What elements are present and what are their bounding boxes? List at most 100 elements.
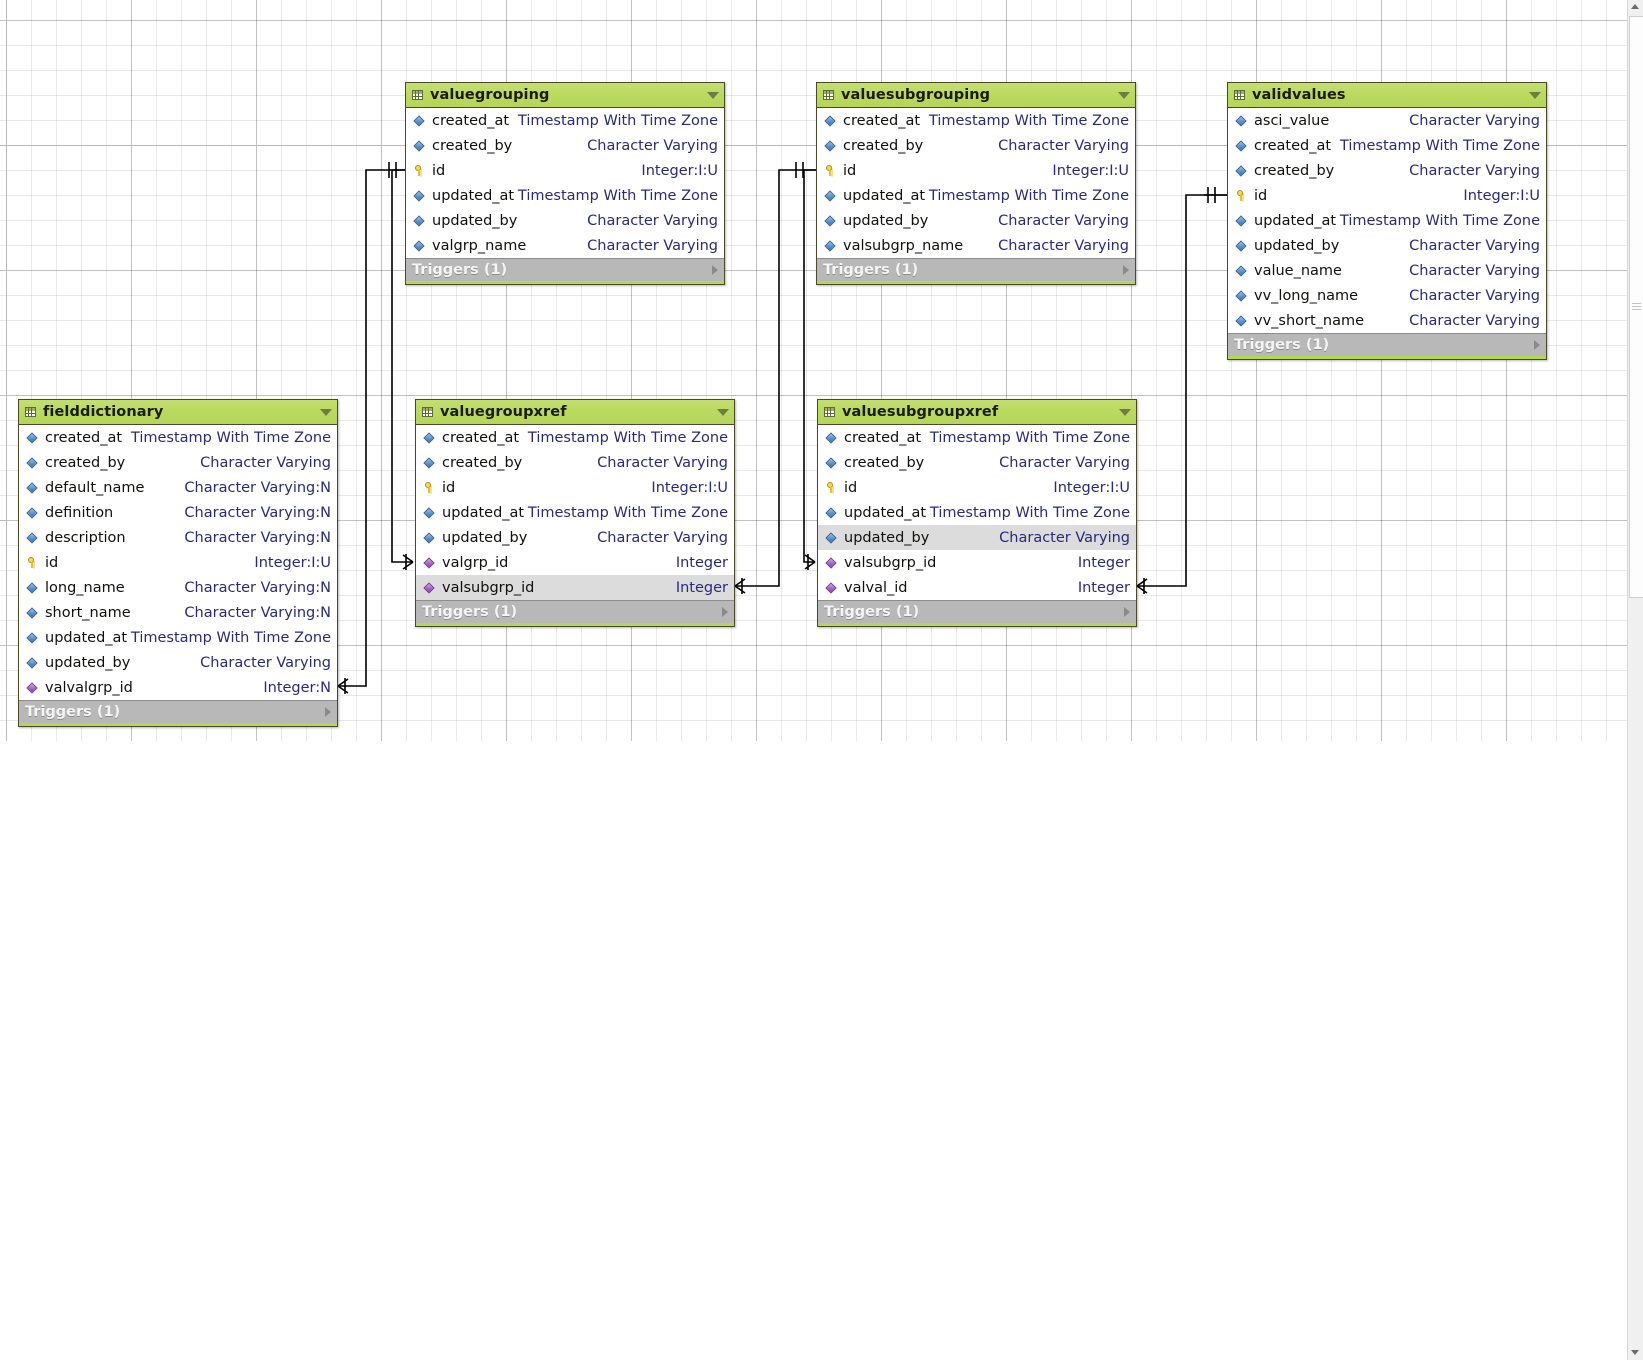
entity-valuesubgroupxref[interactable]: valuesubgroupxrefcreated_atTimestamp Wit… (817, 399, 1137, 627)
entity-column-row[interactable]: idInteger:I:U (818, 475, 1136, 500)
chevron-down-icon[interactable] (1118, 92, 1130, 99)
attribute-icon (26, 456, 39, 469)
triggers-label: Triggers (1) (824, 604, 1124, 620)
entity-column-row[interactable]: valsubgrp_nameCharacter Varying (817, 233, 1135, 258)
entity-column-row[interactable]: asci_valueCharacter Varying (1228, 108, 1546, 133)
column-type: Character Varying (1409, 263, 1540, 279)
entity-valuegrouping[interactable]: valuegroupingcreated_atTimestamp With Ti… (405, 82, 725, 285)
entity-column-row[interactable]: created_atTimestamp With Time Zone (19, 425, 337, 450)
entity-column-row[interactable]: long_nameCharacter Varying:N (19, 575, 337, 600)
entity-valuegroupxref[interactable]: valuegroupxrefcreated_atTimestamp With T… (415, 399, 735, 627)
entity-header[interactable]: validvalues (1228, 83, 1546, 108)
entity-triggers-bar[interactable]: Triggers (1) (818, 600, 1136, 623)
entity-column-row[interactable]: valvalgrp_idInteger:N (19, 675, 337, 700)
column-name: value_name (1254, 263, 1342, 279)
entity-column-row[interactable]: created_byCharacter Varying (416, 450, 734, 475)
chevron-right-icon[interactable] (325, 707, 331, 717)
column-name: valsubgrp_name (843, 238, 963, 254)
attribute-icon (825, 531, 838, 544)
link-valuesubgrouping-valuegroupxref (735, 170, 816, 586)
column-name: updated_by (45, 655, 130, 671)
scroll-down-button[interactable] (1628, 1345, 1643, 1360)
entity-column-row[interactable]: created_atTimestamp With Time Zone (818, 425, 1136, 450)
entity-column-row[interactable]: valsubgrp_idInteger (818, 550, 1136, 575)
entity-column-row[interactable]: created_byCharacter Varying (19, 450, 337, 475)
entity-column-row[interactable]: updated_byCharacter Varying (818, 525, 1136, 550)
entity-column-row[interactable]: created_byCharacter Varying (1228, 158, 1546, 183)
entity-column-row[interactable]: updated_atTimestamp With Time Zone (19, 625, 337, 650)
entity-column-row[interactable]: updated_byCharacter Varying (406, 208, 724, 233)
entity-column-row[interactable]: short_nameCharacter Varying:N (19, 600, 337, 625)
entity-triggers-bar[interactable]: Triggers (1) (416, 600, 734, 623)
column-name: vv_long_name (1254, 288, 1358, 304)
entity-column-row[interactable]: updated_atTimestamp With Time Zone (817, 183, 1135, 208)
chevron-down-icon[interactable] (320, 409, 332, 416)
entity-validvalues[interactable]: validvaluesasci_valueCharacter Varyingcr… (1227, 82, 1547, 360)
entity-column-row[interactable]: idInteger:I:U (817, 158, 1135, 183)
entity-header[interactable]: valuegrouping (406, 83, 724, 108)
entity-fielddictionary[interactable]: fielddictionarycreated_atTimestamp With … (18, 399, 338, 727)
column-name: valgrp_id (442, 555, 508, 571)
chevron-right-icon[interactable] (1123, 265, 1129, 275)
entity-triggers-bar[interactable]: Triggers (1) (19, 700, 337, 723)
column-name: id (844, 480, 857, 496)
chevron-right-icon[interactable] (1534, 340, 1540, 350)
entity-column-row[interactable]: updated_byCharacter Varying (416, 525, 734, 550)
chevron-down-icon[interactable] (1529, 92, 1541, 99)
column-type: Timestamp With Time Zone (131, 630, 331, 646)
entity-column-row[interactable]: created_byCharacter Varying (406, 133, 724, 158)
column-name: updated_at (844, 505, 926, 521)
entity-column-row[interactable]: created_atTimestamp With Time Zone (1228, 133, 1546, 158)
chevron-right-icon[interactable] (722, 607, 728, 617)
entity-column-row[interactable]: valgrp_id Integer (416, 550, 734, 575)
entity-column-row[interactable]: definitionCharacter Varying:N (19, 500, 337, 525)
entity-triggers-bar[interactable]: Triggers (1) (817, 258, 1135, 281)
entity-valuesubgrouping[interactable]: valuesubgroupingcreated_atTimestamp With… (816, 82, 1136, 285)
entity-header[interactable]: valuesubgroupxref (818, 400, 1136, 425)
entity-column-row[interactable]: default_nameCharacter Varying:N (19, 475, 337, 500)
entity-column-row[interactable]: updated_atTimestamp With Time Zone (1228, 208, 1546, 233)
vertical-scrollbar[interactable] (1627, 0, 1643, 1360)
entity-triggers-bar[interactable]: Triggers (1) (1228, 333, 1546, 356)
diagram-canvas[interactable]: valuegroupingcreated_atTimestamp With Ti… (0, 0, 1628, 1360)
entity-column-row[interactable]: updated_atTimestamp With Time Zone (818, 500, 1136, 525)
entity-column-row[interactable]: idInteger:I:U (416, 475, 734, 500)
entity-column-row[interactable]: created_atTimestamp With Time Zone (406, 108, 724, 133)
entity-column-row[interactable]: valgrp_nameCharacter Varying (406, 233, 724, 258)
column-type: Integer (676, 555, 728, 571)
entity-column-row[interactable]: updated_atTimestamp With Time Zone (416, 500, 734, 525)
entity-column-row[interactable]: updated_byCharacter Varying (19, 650, 337, 675)
link-validvalues-valuesubgroupxref (1137, 195, 1227, 586)
column-name: valval_id (844, 580, 907, 596)
entity-column-row[interactable]: vv_short_nameCharacter Varying (1228, 308, 1546, 333)
entity-column-row[interactable]: updated_byCharacter Varying (1228, 233, 1546, 258)
entity-column-row[interactable]: valval_idInteger (818, 575, 1136, 600)
entity-header[interactable]: valuesubgrouping (817, 83, 1135, 108)
entity-column-row[interactable]: updated_byCharacter Varying (817, 208, 1135, 233)
entity-column-row[interactable]: idInteger:I:U (1228, 183, 1546, 208)
chevron-down-icon[interactable] (707, 92, 719, 99)
entity-column-row[interactable]: vv_long_nameCharacter Varying (1228, 283, 1546, 308)
entity-header[interactable]: fielddictionary (19, 400, 337, 425)
scrollbar-thumb[interactable] (1629, 16, 1643, 598)
entity-column-row[interactable]: updated_atTimestamp With Time Zone (406, 183, 724, 208)
chevron-right-icon[interactable] (1124, 607, 1130, 617)
entity-bottom-accent (19, 723, 337, 726)
entity-column-row[interactable]: descriptionCharacter Varying:N (19, 525, 337, 550)
entity-triggers-bar[interactable]: Triggers (1) (406, 258, 724, 281)
entity-column-row[interactable]: created_atTimestamp With Time Zone (416, 425, 734, 450)
entity-column-row[interactable]: value_name Character Varying (1228, 258, 1546, 283)
chevron-right-icon[interactable] (712, 265, 718, 275)
entity-column-row[interactable]: created_byCharacter Varying (817, 133, 1135, 158)
column-name: updated_at (1254, 213, 1336, 229)
entity-column-row[interactable]: idInteger:I:U (406, 158, 724, 183)
chevron-down-icon[interactable] (1119, 409, 1131, 416)
scrollbar-grip-icon (1632, 303, 1641, 304)
chevron-down-icon[interactable] (717, 409, 729, 416)
entity-column-row[interactable]: created_atTimestamp With Time Zone (817, 108, 1135, 133)
entity-header[interactable]: valuegroupxref (416, 400, 734, 425)
entity-column-row[interactable]: valsubgrp_idInteger (416, 575, 734, 600)
scroll-up-button[interactable] (1628, 0, 1643, 15)
entity-column-row[interactable]: idInteger:I:U (19, 550, 337, 575)
entity-column-row[interactable]: created_byCharacter Varying (818, 450, 1136, 475)
